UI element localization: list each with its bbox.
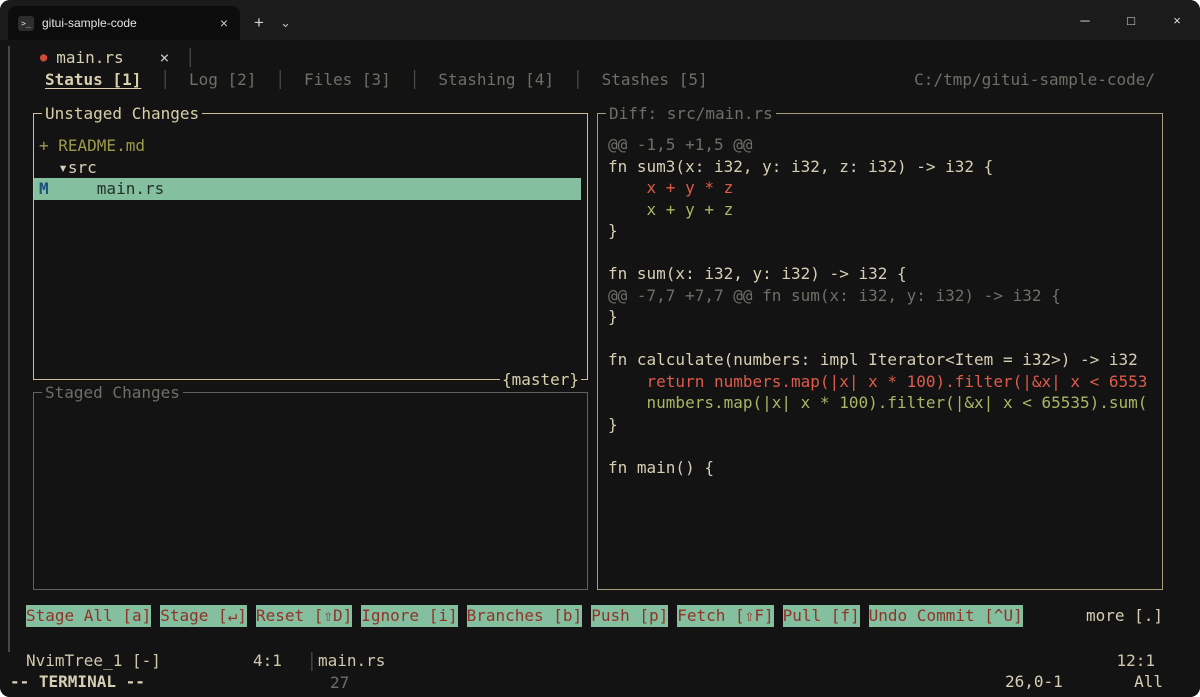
terminal-window: >_ gitui-sample-code × + ⌄ ─ □ × ● main.… [0,0,1200,697]
mode-indicator: -- TERMINAL -- [10,672,145,691]
tab-stashing[interactable]: Stashing [4] [438,69,554,91]
cmd-stage-all[interactable]: Stage All [a] [26,605,152,627]
diff-line-removed[interactable]: return numbers.map(|x| x * 100).filter(|… [608,371,1158,393]
tab-stashes[interactable]: Stashes [5] [602,69,708,91]
diff-line-context[interactable]: fn sum3(x: i32, y: i32, z: i32) -> i32 { [608,156,1158,178]
file-label: ▾src [58,157,97,177]
more-commands[interactable]: more [.] [1086,605,1163,627]
file-status-prefix: M [39,179,97,198]
unstaged-panel-title: Unstaged Changes [42,103,203,125]
editor-line-glimpse: │ 27 assert_eq!(sum(1, 10), 11); [0,629,1200,697]
tab-separator: │ [160,70,170,90]
cmd-branches[interactable]: Branches [b] [466,605,583,627]
terminal-tab-title: gitui-sample-code [42,16,137,30]
cmd-stage[interactable]: Stage [↵] [160,605,247,627]
tab-close-icon[interactable]: × [218,16,230,30]
close-button[interactable]: × [1154,0,1200,40]
diff-line-context[interactable]: fn calculate(numbers: impl Iterator<Item… [608,349,1158,371]
buffer-tab-main-rs[interactable]: main.rs [56,47,123,69]
file-label: main.rs [96,179,165,198]
maximize-button[interactable]: □ [1108,0,1154,40]
diff-line-context[interactable]: } [608,414,1158,436]
repo-path: C:/tmp/gitui-sample-code/ [914,70,1155,89]
statusline-position: 4:1 [253,651,282,670]
file-label: README.md [58,136,145,155]
diff-lines: @@ -1,5 +1,5 @@ fn sum3(x: i32, y: i32, z… [598,114,1162,478]
nvim-statusline: NvimTree_1 [-] 4:1 main.rs 12:1 [0,650,1200,672]
diff-line-blank[interactable] [608,242,1158,264]
modified-dot-icon: ● [40,50,48,64]
titlebar: >_ gitui-sample-code × + ⌄ ─ □ × [0,0,1200,40]
diff-line-context[interactable]: fn main() { [608,457,1158,479]
staged-panel-title: Staged Changes [42,382,183,404]
unstaged-file-list: + README.md ▾src M main.rs [34,114,587,200]
diff-line-hunk[interactable]: @@ -1,5 +1,5 @@ [608,134,1158,156]
tab-files[interactable]: Files [3] [304,69,391,91]
statusline-right-position: 12:1 [1116,651,1155,670]
diff-line-blank[interactable] [608,435,1158,457]
diff-line-context[interactable]: } [608,220,1158,242]
new-tab-button[interactable]: + [254,13,264,33]
cmd-undo-commit[interactable]: Undo Commit [^U] [868,605,1023,627]
tab-separator: │ [572,70,583,90]
branch-badge: {master} [499,368,581,390]
file-status-prefix: + [39,136,59,155]
tab-dropdown-icon[interactable]: ⌄ [280,15,291,31]
cmd-push[interactable]: Push [p] [591,605,669,627]
diff-line-hunk[interactable]: @@ -7,7 +7,7 @@ fn sum(x: i32, y: i32) -… [608,285,1158,307]
cmd-fetch[interactable]: Fetch [⇧F] [677,605,774,627]
gitui-tab-bar: Status [1] │ Log [2] │ Files [3] │ Stashing [4… [45,69,1155,91]
window-controls: ─ □ × [1062,0,1200,40]
terminal-tab[interactable]: >_ gitui-sample-code × [8,6,240,40]
diff-panel[interactable]: Diff: src/main.rs @@ -1,5 +1,5 @@ fn sum3… [597,103,1163,590]
diff-line-context[interactable]: } [608,306,1158,328]
buffer-close-icon[interactable]: × [160,47,170,69]
unstaged-changes-panel[interactable]: Unstaged Changes + README.md ▾src M main.… [33,103,588,390]
diff-panel-title: Diff: src/main.rs [606,103,776,125]
diff-line-removed[interactable]: x + y * z [608,177,1158,199]
cmd-ignore[interactable]: Ignore [i] [361,605,458,627]
command-bar: Stage All [a] Stage [↵] Reset [⇧D] Ignore [… [26,605,1163,627]
diff-line-blank[interactable] [608,328,1158,350]
diff-line-added[interactable]: x + y + z [608,199,1158,221]
left-window-separator [8,46,10,652]
file-status-prefix [39,158,58,177]
file-row-main-rs[interactable]: M main.rs [34,178,581,200]
file-row--src[interactable]: ▾src [34,157,581,179]
cmd-reset[interactable]: Reset [⇧D] [255,605,353,627]
file-row-readme-md[interactable]: + README.md [34,135,581,157]
terminal-icon: >_ [18,15,34,31]
buffer-tab-separator: │ [185,48,195,67]
tab-separator: │ [275,70,286,90]
diff-line-context[interactable]: fn sum(x: i32, y: i32) -> i32 { [608,263,1158,285]
tab-log[interactable]: Log [2] [189,69,256,91]
cmd-pull[interactable]: Pull [f] [782,605,860,627]
cursor-ruler: 26,0-1 [1005,672,1063,691]
tab-separator: │ [409,70,420,90]
staged-changes-panel[interactable]: Staged Changes [33,382,588,590]
statusline-window-name: NvimTree_1 [-] [26,651,161,670]
statusline-filename: main.rs [318,651,386,670]
diff-line-added[interactable]: numbers.map(|x| x * 100).filter(|&x| x <… [608,392,1158,414]
terminal-content: ● main.rs × │ Status [1] │ Log [2] │ Files [… [0,40,1200,697]
nvim-modeline: -- TERMINAL -- 26,0-1 All [0,671,1200,693]
buffer-tabline: ● main.rs × │ [40,47,195,69]
minimize-button[interactable]: ─ [1062,0,1108,40]
scroll-indicator: All [1134,672,1163,691]
tab-status[interactable]: Status [1] [45,69,141,91]
editor-code-line: assert_eq!(sum(1, 10), 11); [440,694,700,697]
